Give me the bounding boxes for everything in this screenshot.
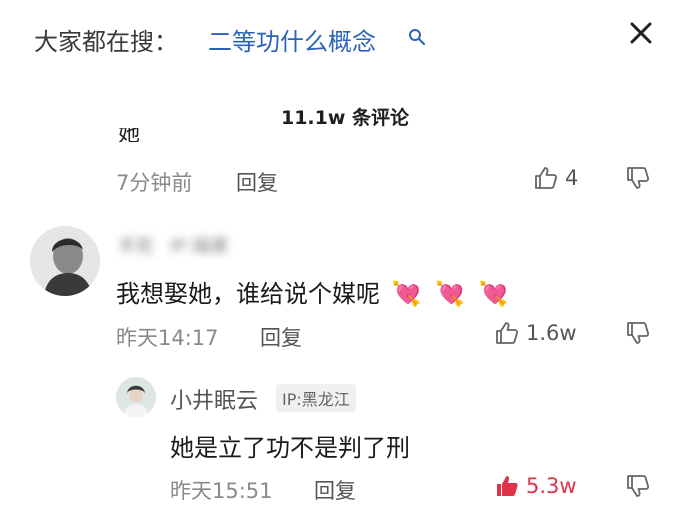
reply-username[interactable]: 小井眠云 <box>170 383 258 415</box>
heart-hands-emoji: 💘 <box>478 280 509 308</box>
heart-hands-emoji: 💘 <box>391 280 422 308</box>
comment-text: 我想娶她，谁给说个媒呢 💘 💘 💘 <box>116 280 509 308</box>
dislike-button[interactable] <box>625 320 651 346</box>
like-count: 1.6w <box>526 321 577 345</box>
ip-location-badge: IP:黑龙江 <box>276 384 356 412</box>
like-count: 5.3w <box>526 474 577 498</box>
comment-count-title: 11.1w 条评论 <box>280 107 410 129</box>
dislike-button[interactable] <box>625 165 651 191</box>
reply-button[interactable]: 回复 <box>236 167 278 197</box>
thumbs-down-icon <box>625 473 651 499</box>
comment-time: 7分钟前 <box>116 171 193 195</box>
like-button[interactable]: 1.6w <box>494 320 577 346</box>
comment-username[interactable]: 羊驼 IP:福建 <box>118 232 228 258</box>
reply-button[interactable]: 回复 <box>260 322 302 352</box>
thumbs-up-icon <box>533 165 559 191</box>
reply-text: 她是立了功不是判了刑 <box>170 434 410 462</box>
search-suggestion-link[interactable]: 二等功什么概念 <box>208 22 376 57</box>
thumbs-up-icon <box>494 320 520 346</box>
comment-time: 昨天14:17 <box>116 326 219 350</box>
thumbs-up-icon <box>494 473 520 499</box>
avatar[interactable] <box>116 377 156 417</box>
search-icon[interactable] <box>408 28 426 46</box>
like-button-liked[interactable]: 5.3w <box>494 473 577 499</box>
thumbs-down-icon <box>625 165 651 191</box>
like-button[interactable]: 4 <box>533 165 578 191</box>
avatar[interactable] <box>30 226 100 296</box>
reply-button[interactable]: 回复 <box>314 475 356 505</box>
close-icon[interactable] <box>624 16 658 50</box>
reply-time: 昨天15:51 <box>170 479 273 503</box>
previous-comment-text: 她 <box>118 128 141 142</box>
search-suggestion-prefix: 大家都在搜： <box>34 28 178 56</box>
thumbs-down-icon <box>625 320 651 346</box>
dislike-button[interactable] <box>625 473 651 499</box>
like-count: 4 <box>565 166 579 190</box>
search-suggestion-bar: 大家都在搜： 二等功什么概念 <box>0 0 690 80</box>
heart-hands-emoji: 💘 <box>435 280 466 308</box>
